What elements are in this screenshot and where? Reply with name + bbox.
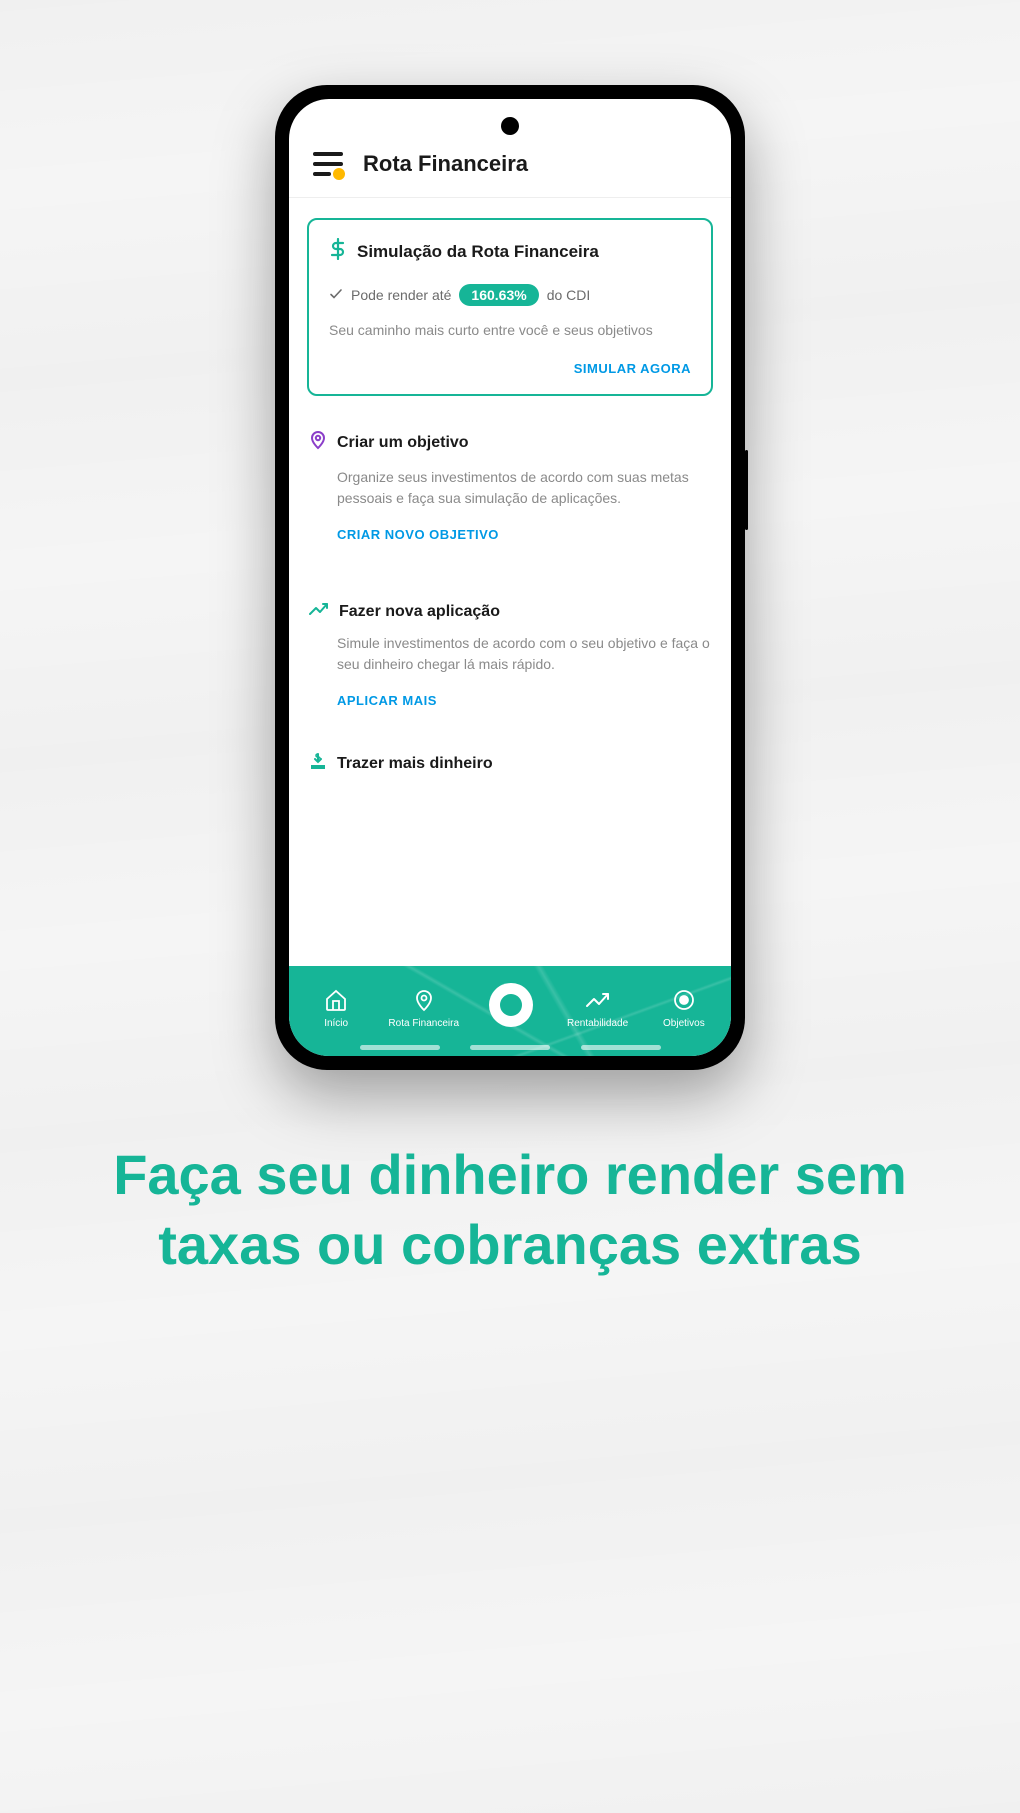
- phone-screen: Rota Financeira Simulação da Rota Financ…: [289, 99, 731, 1056]
- camera-hole: [501, 117, 519, 135]
- section-title: Trazer mais dinheiro: [337, 755, 493, 773]
- percentage-badge: 160.63%: [459, 284, 538, 306]
- nav-label: Início: [324, 1018, 348, 1029]
- simulation-subtitle: Seu caminho mais curto entre você e seus…: [329, 322, 691, 338]
- deposit-icon: [309, 752, 327, 775]
- render-suffix: do CDI: [547, 287, 591, 303]
- simulate-now-button[interactable]: SIMULAR AGORA: [574, 361, 691, 376]
- app-header: Rota Financeira: [289, 99, 731, 198]
- power-button: [745, 450, 748, 530]
- nav-label: Rota Financeira: [388, 1018, 459, 1029]
- pie-chart-icon: [489, 983, 533, 1027]
- apply-more-button[interactable]: APLICAR MAIS: [309, 693, 711, 708]
- check-icon: [329, 287, 343, 304]
- nav-label: Rentabilidade: [567, 1018, 628, 1029]
- render-prefix: Pode render até: [351, 287, 451, 303]
- section-title-row: Fazer nova aplicação: [309, 602, 711, 621]
- simulation-title: Simulação da Rota Financeira: [357, 242, 599, 262]
- create-objective-button[interactable]: CRIAR NOVO OBJETIVO: [309, 527, 711, 542]
- simulation-action-wrap: SIMULAR AGORA: [329, 360, 691, 378]
- nav-rota-financeira[interactable]: Rota Financeira: [388, 986, 459, 1029]
- main-content: Simulação da Rota Financeira Pode render…: [289, 198, 731, 965]
- nav-rentabilidade[interactable]: Rentabilidade: [564, 986, 632, 1029]
- home-icon: [324, 986, 348, 1014]
- section-title: Fazer nova aplicação: [339, 603, 500, 621]
- section-create-objective: Criar um objetivo Organize seus investim…: [307, 420, 713, 572]
- section-bring-more-money: Trazer mais dinheiro: [307, 742, 713, 797]
- trending-up-icon: [585, 986, 611, 1014]
- trending-up-icon: [309, 602, 329, 621]
- section-title-row: Criar um objetivo: [309, 430, 711, 455]
- simulation-title-row: Simulação da Rota Financeira: [329, 238, 691, 266]
- nav-label: Objetivos: [663, 1018, 705, 1029]
- pin-icon: [309, 430, 327, 455]
- simulation-card: Simulação da Rota Financeira Pode render…: [307, 218, 713, 396]
- page-title: Rota Financeira: [363, 151, 528, 177]
- section-title: Criar um objetivo: [337, 434, 469, 452]
- nav-center[interactable]: [477, 983, 545, 1031]
- menu-icon[interactable]: [313, 152, 343, 176]
- location-icon: [413, 986, 435, 1014]
- bottom-nav: Início Rota Financeira Rentabilidade: [289, 966, 731, 1056]
- phone-frame: Rota Financeira Simulação da Rota Financ…: [275, 85, 745, 1070]
- gesture-nav-bars: [289, 1045, 731, 1050]
- target-icon: [672, 986, 696, 1014]
- nav-objetivos[interactable]: Objetivos: [650, 986, 718, 1029]
- dollar-icon: [329, 238, 347, 266]
- render-line: Pode render até 160.63% do CDI: [329, 284, 691, 306]
- marketing-tagline: Faça seu dinheiro render sem taxas ou co…: [0, 1140, 1020, 1280]
- section-description: Organize seus investimentos de acordo co…: [309, 467, 711, 509]
- section-new-application: Fazer nova aplicação Simule investimento…: [307, 592, 713, 738]
- section-title-row: Trazer mais dinheiro: [309, 752, 711, 775]
- section-description: Simule investimentos de acordo com o seu…: [309, 633, 711, 675]
- nav-home[interactable]: Início: [302, 986, 370, 1029]
